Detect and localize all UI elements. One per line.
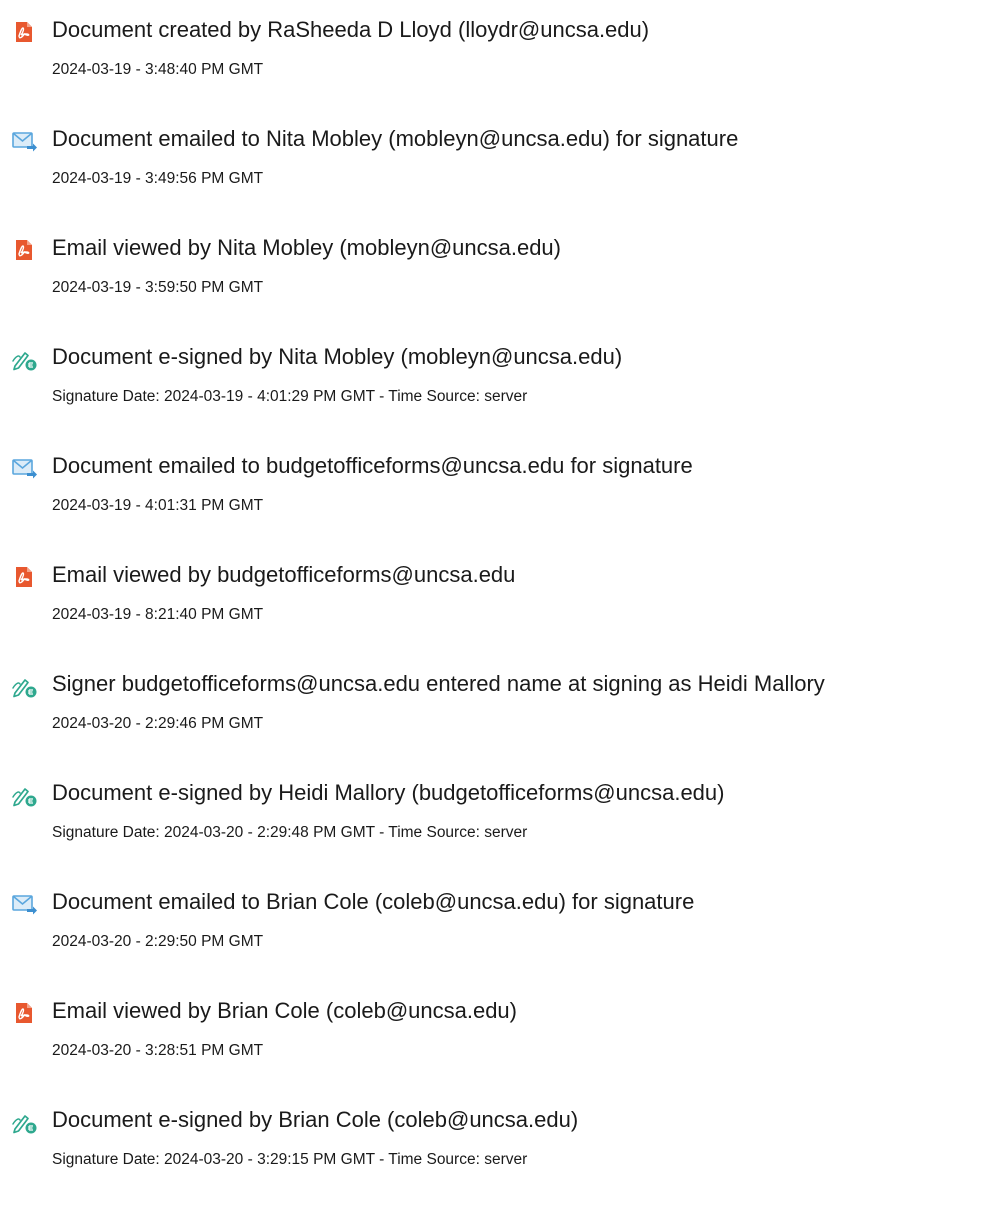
event-timestamp: 2024-03-20 - 2:29:50 PM GMT xyxy=(52,933,264,950)
event-title: Document emailed to Brian Cole (coleb@un… xyxy=(52,889,695,914)
event-title: Document emailed to Nita Mobley (mobleyn… xyxy=(52,126,739,151)
audit-event: Document emailed to Brian Cole (coleb@un… xyxy=(0,888,987,968)
event-title: Signer budgetofficeforms@uncsa.edu enter… xyxy=(52,671,825,696)
event-timestamp: 2024-03-19 - 3:49:56 PM GMT xyxy=(52,170,264,187)
event-timestamp: 2024-03-19 - 4:01:31 PM GMT xyxy=(52,497,264,514)
audit-event: Document e-signed by Brian Cole (coleb@u… xyxy=(0,1106,987,1186)
acrobat-document-icon xyxy=(10,236,38,264)
event-title: Email viewed by Nita Mobley (mobleyn@unc… xyxy=(52,235,561,260)
acrobat-document-icon xyxy=(10,999,38,1027)
event-title: Document e-signed by Nita Mobley (mobley… xyxy=(52,344,623,369)
audit-event: Email viewed by budgetofficeforms@uncsa.… xyxy=(0,561,987,641)
audit-event: Email viewed by Brian Cole (coleb@uncsa.… xyxy=(0,997,987,1077)
audit-event: Document emailed to budgetofficeforms@un… xyxy=(0,452,987,532)
email-sent-icon xyxy=(10,454,38,482)
event-title: Document emailed to budgetofficeforms@un… xyxy=(52,453,693,478)
e-signature-pen-icon xyxy=(10,781,38,809)
email-sent-icon xyxy=(10,127,38,155)
event-title: Document created by RaSheeda D Lloyd (ll… xyxy=(52,17,650,42)
event-title: Email viewed by budgetofficeforms@uncsa.… xyxy=(52,562,516,587)
acrobat-document-icon xyxy=(10,563,38,591)
event-signature-date: Signature Date: 2024-03-20 - 2:29:48 PM … xyxy=(52,824,528,841)
audit-event: Document e-signed by Nita Mobley (mobley… xyxy=(0,343,987,423)
e-signature-pen-icon xyxy=(10,672,38,700)
email-sent-icon xyxy=(10,890,38,918)
e-signature-pen-icon xyxy=(10,345,38,373)
event-timestamp: 2024-03-20 - 2:29:46 PM GMT xyxy=(52,715,264,732)
event-signature-date: Signature Date: 2024-03-19 - 4:01:29 PM … xyxy=(52,388,528,405)
audit-event: Signer budgetofficeforms@uncsa.edu enter… xyxy=(0,670,987,750)
audit-event: Document emailed to Nita Mobley (mobleyn… xyxy=(0,125,987,205)
event-title: Email viewed by Brian Cole (coleb@uncsa.… xyxy=(52,998,517,1023)
acrobat-document-icon xyxy=(10,18,38,46)
event-signature-date: Signature Date: 2024-03-20 - 3:29:15 PM … xyxy=(52,1151,528,1168)
event-title: Document e-signed by Heidi Mallory (budg… xyxy=(52,780,725,805)
event-timestamp: 2024-03-20 - 3:28:51 PM GMT xyxy=(52,1042,264,1059)
e-signature-pen-icon xyxy=(10,1108,38,1136)
audit-event: Document e-signed by Heidi Mallory (budg… xyxy=(0,779,987,859)
event-title: Document e-signed by Brian Cole (coleb@u… xyxy=(52,1107,579,1132)
event-timestamp: 2024-03-19 - 8:21:40 PM GMT xyxy=(52,606,264,623)
event-timestamp: 2024-03-19 - 3:59:50 PM GMT xyxy=(52,279,264,296)
event-timestamp: 2024-03-19 - 3:48:40 PM GMT xyxy=(52,61,264,78)
audit-event: Email viewed by Nita Mobley (mobleyn@unc… xyxy=(0,234,987,314)
audit-trail-list: Document created by RaSheeda D Lloyd (ll… xyxy=(0,0,987,1226)
audit-event: Document created by RaSheeda D Lloyd (ll… xyxy=(0,16,987,96)
